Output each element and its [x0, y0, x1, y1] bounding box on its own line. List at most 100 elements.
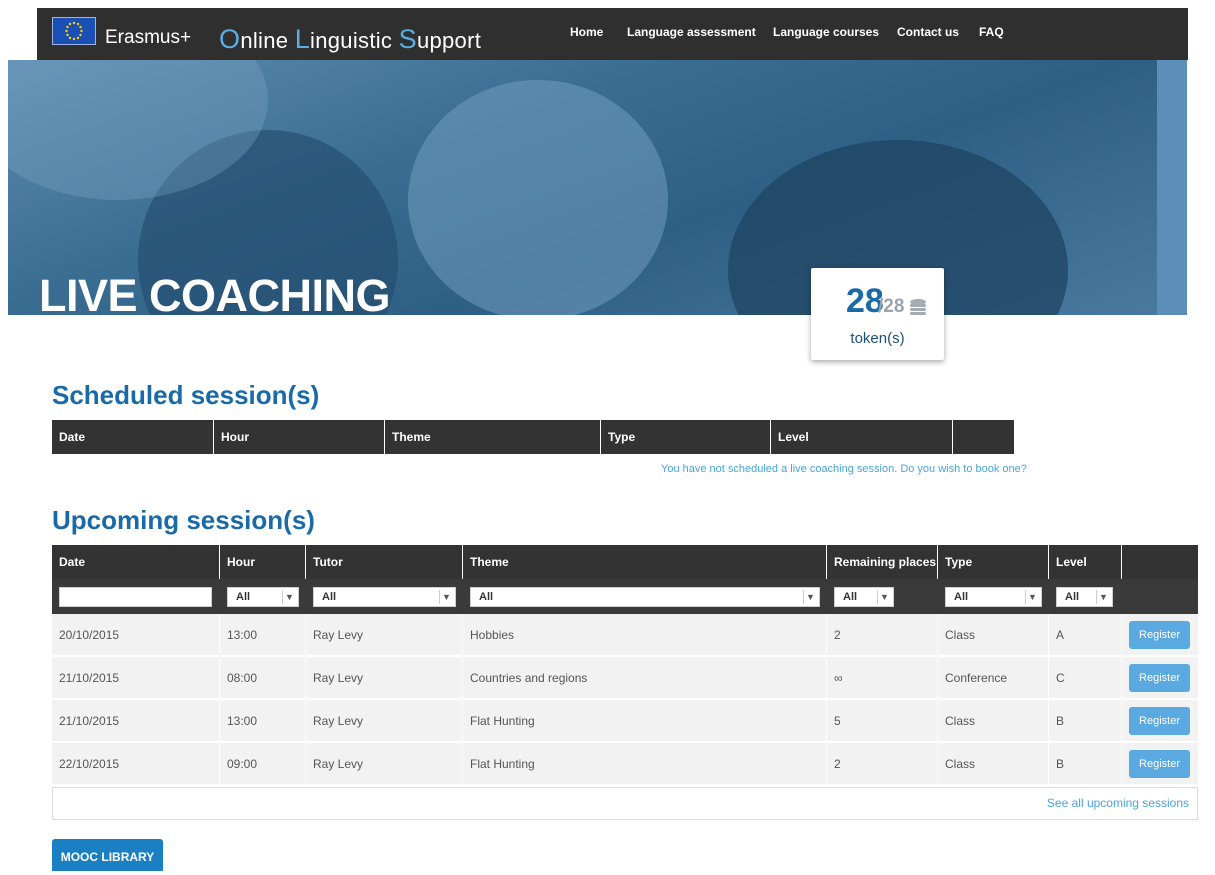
- register-button[interactable]: Register: [1129, 707, 1190, 735]
- col-action: [1122, 545, 1198, 579]
- nav-faq[interactable]: FAQ: [979, 25, 1004, 39]
- title-part-1: nline: [240, 28, 295, 53]
- cell-type: Class: [938, 614, 1049, 655]
- register-button[interactable]: Register: [1129, 750, 1190, 778]
- cell-type: Conference: [938, 657, 1049, 698]
- eu-flag-icon: [52, 17, 96, 45]
- col-type: Type: [601, 420, 771, 454]
- cell-theme: Hobbies: [463, 614, 827, 655]
- scheduled-table-header: Date Hour Theme Type Level: [52, 420, 1014, 454]
- cell-level: B: [1049, 743, 1122, 784]
- tokens-total: /28: [878, 296, 905, 317]
- theme-filter-value: All: [479, 591, 494, 603]
- table-row: 21/10/2015 13:00 Ray Levy Flat Hunting 5…: [52, 700, 1198, 742]
- col-type: Type: [938, 545, 1049, 579]
- title-part-2: inguistic: [310, 28, 399, 53]
- cell-theme: Flat Hunting: [463, 700, 827, 741]
- cell-places: 2: [827, 743, 938, 784]
- cell-places: 2: [827, 614, 938, 655]
- title-cap-s: S: [398, 24, 417, 54]
- register-button[interactable]: Register: [1129, 664, 1190, 692]
- cell-tutor: Ray Levy: [306, 657, 463, 698]
- upcoming-table-header: Date Hour Tutor Theme Remaining places T…: [52, 545, 1198, 579]
- upcoming-heading: Upcoming session(s): [52, 505, 315, 535]
- cell-theme: Countries and regions: [463, 657, 827, 698]
- col-hour: Hour: [220, 545, 306, 579]
- chevron-down-icon: ▼: [439, 590, 453, 604]
- chevron-down-icon: ▼: [877, 590, 891, 604]
- cell-places: ∞: [827, 657, 938, 698]
- cell-hour: 08:00: [220, 657, 306, 698]
- hero-photo-shape: [408, 80, 668, 315]
- cell-hour: 09:00: [220, 743, 306, 784]
- level-filter-select[interactable]: All ▼: [1056, 587, 1113, 607]
- cell-type: Class: [938, 700, 1049, 741]
- hour-filter-value: All: [236, 591, 251, 603]
- scheduled-heading: Scheduled session(s): [52, 380, 320, 410]
- cell-level: B: [1049, 700, 1122, 741]
- page-title: LIVE COACHING: [39, 270, 391, 321]
- cell-tutor: Ray Levy: [306, 614, 463, 655]
- hero-edge-stripe: [1157, 60, 1187, 315]
- cell-places: 5: [827, 700, 938, 741]
- title-cap-l: L: [294, 24, 311, 54]
- type-filter-select[interactable]: All ▼: [945, 587, 1042, 607]
- chevron-down-icon: ▼: [1096, 590, 1110, 604]
- tokens-label: token(s): [850, 330, 905, 347]
- col-theme: Theme: [385, 420, 601, 454]
- places-filter-value: All: [843, 591, 858, 603]
- table-row: 21/10/2015 08:00 Ray Levy Countries and …: [52, 657, 1198, 699]
- cell-hour: 13:00: [220, 614, 306, 655]
- chevron-down-icon: ▼: [282, 590, 296, 604]
- table-row: 20/10/2015 13:00 Ray Levy Hobbies 2 Clas…: [52, 614, 1198, 656]
- col-tutor: Tutor: [306, 545, 463, 579]
- token-counter: 28 /28 token(s): [811, 268, 944, 360]
- date-filter-input[interactable]: [59, 587, 212, 607]
- register-button[interactable]: Register: [1129, 621, 1190, 649]
- nav-language-assessment[interactable]: Language assessment: [627, 25, 756, 39]
- nav-language-courses[interactable]: Language courses: [773, 25, 879, 39]
- hour-filter-select[interactable]: All ▼: [227, 587, 299, 607]
- cell-level: C: [1049, 657, 1122, 698]
- chevron-down-icon: ▼: [803, 590, 817, 604]
- col-remaining-places: Remaining places: [827, 545, 938, 579]
- cell-date: 21/10/2015: [52, 700, 220, 741]
- title-cap-o: O: [219, 24, 241, 54]
- table-footer: See all upcoming sessions: [52, 787, 1198, 820]
- col-date: Date: [52, 420, 214, 454]
- cell-theme: Flat Hunting: [463, 743, 827, 784]
- cell-date: 22/10/2015: [52, 743, 220, 784]
- mooc-library-button[interactable]: MOOC LIBRARY: [52, 839, 163, 871]
- col-hour: Hour: [214, 420, 385, 454]
- title-part-3: upport: [416, 28, 482, 53]
- see-all-link[interactable]: See all upcoming sessions: [1047, 796, 1189, 810]
- col-action: [953, 420, 1014, 454]
- table-row: 22/10/2015 09:00 Ray Levy Flat Hunting 2…: [52, 743, 1198, 785]
- erasmus-brand[interactable]: Erasmus+: [105, 27, 191, 49]
- col-theme: Theme: [463, 545, 827, 579]
- chevron-down-icon: ▼: [1025, 590, 1039, 604]
- tutor-filter-select[interactable]: All ▼: [313, 587, 456, 607]
- theme-filter-select[interactable]: All ▼: [470, 587, 820, 607]
- cell-level: A: [1049, 614, 1122, 655]
- filter-row: All ▼ All ▼ All ▼ All ▼ All ▼ All ▼: [52, 579, 1198, 614]
- col-date: Date: [52, 545, 220, 579]
- places-filter-select[interactable]: All ▼: [834, 587, 894, 607]
- nav-contact-us[interactable]: Contact us: [897, 25, 959, 39]
- level-filter-value: All: [1065, 591, 1080, 603]
- type-filter-value: All: [954, 591, 969, 603]
- top-navbar: Erasmus+ Online Linguistic Support Home …: [37, 8, 1188, 60]
- cell-date: 21/10/2015: [52, 657, 220, 698]
- cell-date: 20/10/2015: [52, 614, 220, 655]
- cell-tutor: Ray Levy: [306, 700, 463, 741]
- col-level: Level: [1049, 545, 1122, 579]
- cell-hour: 13:00: [220, 700, 306, 741]
- coins-icon: [908, 298, 928, 323]
- tutor-filter-value: All: [322, 591, 337, 603]
- site-title[interactable]: Online Linguistic Support: [219, 24, 481, 55]
- cell-tutor: Ray Levy: [306, 743, 463, 784]
- book-session-link[interactable]: You have not scheduled a live coaching s…: [661, 463, 1027, 475]
- col-level: Level: [771, 420, 953, 454]
- cell-type: Class: [938, 743, 1049, 784]
- nav-home[interactable]: Home: [570, 25, 603, 39]
